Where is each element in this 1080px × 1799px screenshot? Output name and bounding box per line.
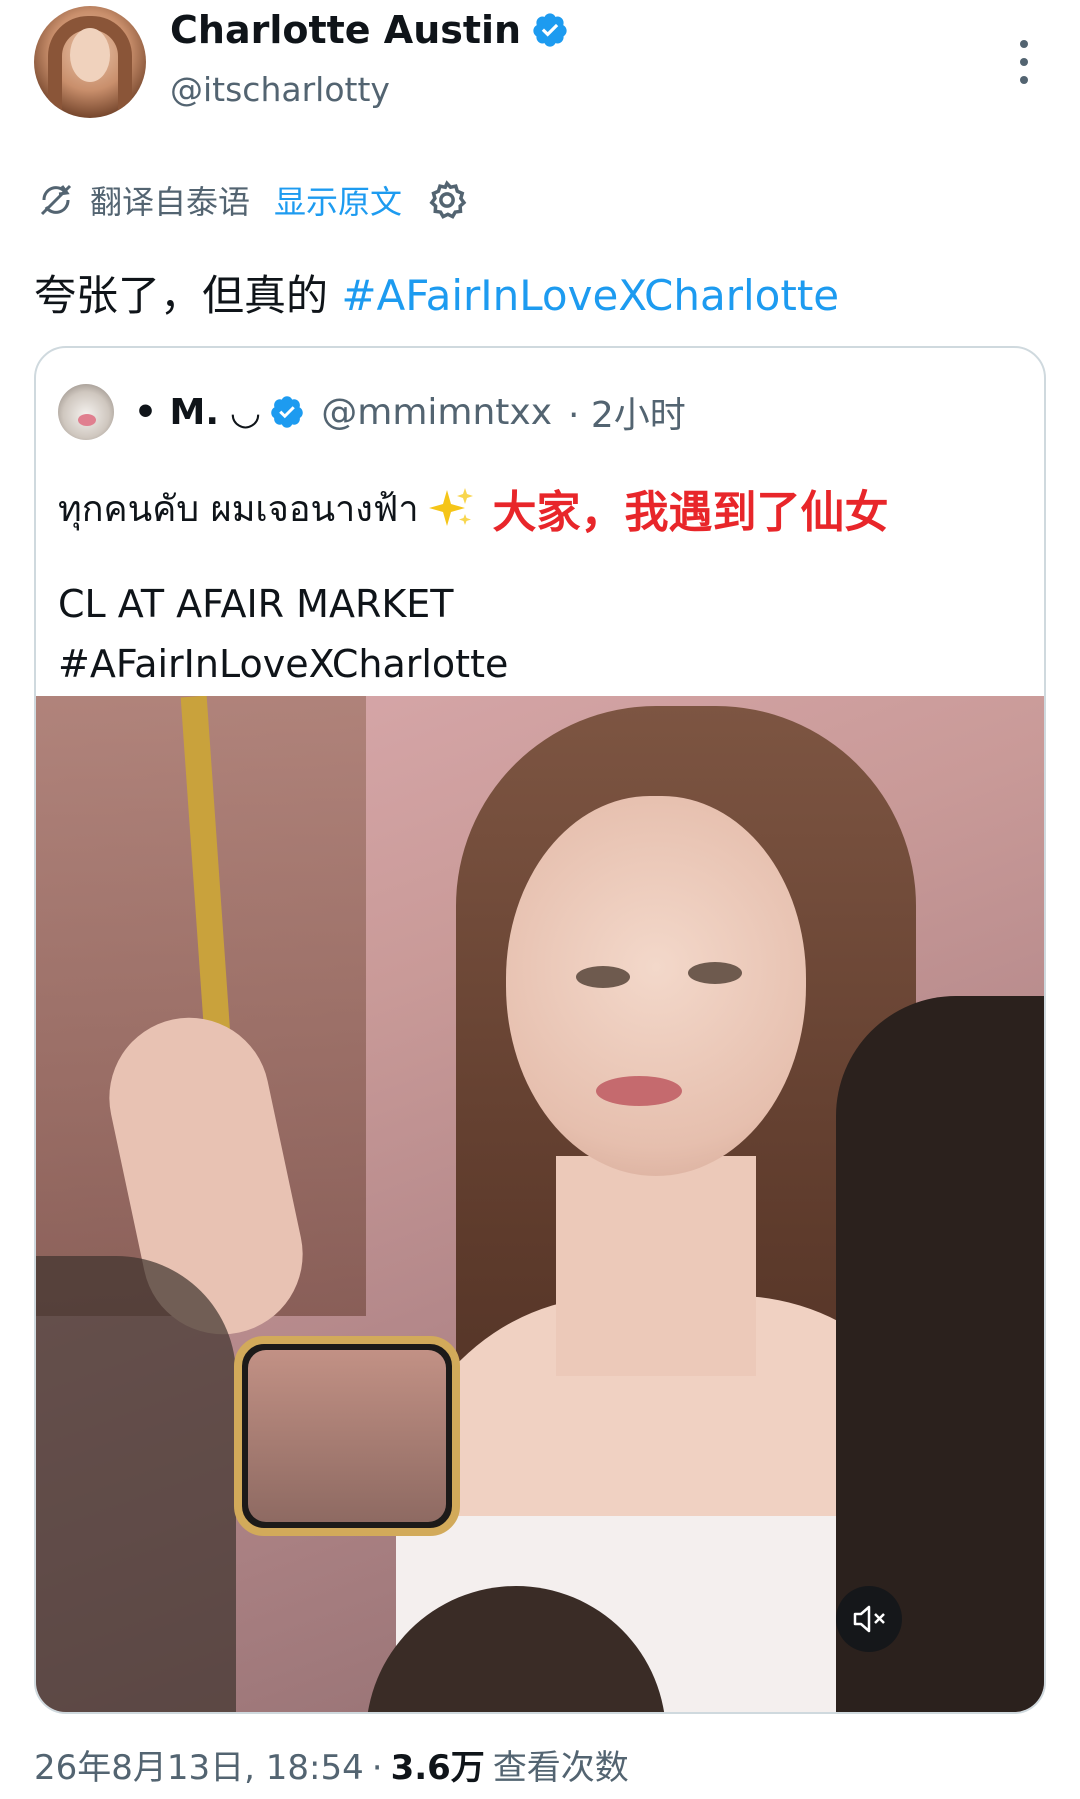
mute-toggle-button[interactable] bbox=[836, 1586, 902, 1652]
translated-from-label: 翻译自泰语 bbox=[90, 183, 251, 221]
author-name-row: Charlotte Austin bbox=[170, 8, 569, 52]
post-timestamp[interactable]: 26年8月13日, 18:54 bbox=[34, 1740, 364, 1789]
footer-separator: · bbox=[371, 1748, 383, 1788]
red-caption-overlay: 大家，我遇到了仙女 bbox=[492, 487, 889, 538]
show-original-link[interactable]: 显示原文 bbox=[274, 177, 402, 223]
author-handle[interactable]: @itscharlotty bbox=[170, 70, 390, 109]
quoted-post-time: · 2小时 bbox=[568, 395, 686, 436]
tweet-hashtag-link[interactable]: #AFairInLoveXCharlotte bbox=[341, 271, 839, 320]
tweet-header: Charlotte Austin @itscharlotty bbox=[0, 0, 1080, 150]
quoted-author-name: • M. ◡ bbox=[134, 391, 260, 433]
translation-bar: 翻译自泰语 显示原文 bbox=[36, 174, 468, 226]
quoted-body-line: CL AT AFAIR MARKET bbox=[58, 582, 454, 626]
mute-speaker-icon bbox=[853, 1605, 885, 1633]
tweet-text: 夸张了，但真的 #AFairInLoveXCharlotte bbox=[34, 262, 839, 323]
phone-in-video bbox=[234, 1336, 460, 1536]
quoted-body: CL AT AFAIR MARKET #AFairInLoveXCharlott… bbox=[58, 574, 508, 694]
views-count: 3.6万 bbox=[390, 1748, 485, 1788]
more-options-icon[interactable] bbox=[1012, 40, 1036, 84]
author-avatar[interactable] bbox=[34, 6, 146, 118]
quoted-author-row: • M. ◡ @mmimntxx · 2小时 bbox=[58, 384, 686, 440]
quoted-tweet-card[interactable]: • M. ◡ @mmimntxx · 2小时 ทุกคนคับ ผมเจอนาง… bbox=[34, 346, 1046, 1714]
verified-badge-icon bbox=[533, 13, 567, 47]
quoted-author-avatar[interactable] bbox=[58, 384, 114, 440]
views-label: 查看次数 bbox=[492, 1748, 629, 1788]
quoted-body-hashtag: #AFairInLoveXCharlotte bbox=[58, 642, 509, 686]
tweet-body: 夸张了，但真的 bbox=[34, 271, 342, 320]
tweet-footer: 26年8月13日, 18:54 · 3.6万 查看次数 bbox=[34, 1740, 629, 1789]
settings-gear-icon[interactable] bbox=[426, 179, 468, 221]
quoted-text-line: ทุกคนคับ ผมเจอนางฟ้า 大家，我遇到了仙女 bbox=[58, 476, 889, 540]
sparkle-emoji-icon bbox=[428, 488, 473, 526]
translate-icon bbox=[40, 184, 72, 216]
verified-badge-icon bbox=[271, 396, 304, 428]
quoted-video-media[interactable] bbox=[36, 696, 1044, 1712]
author-display-name[interactable]: Charlotte Austin bbox=[170, 8, 521, 52]
quoted-thai-text: ทุกคนคับ ผมเจอนางฟ้า bbox=[58, 488, 419, 530]
quoted-author-handle: @mmimntxx bbox=[321, 391, 553, 433]
